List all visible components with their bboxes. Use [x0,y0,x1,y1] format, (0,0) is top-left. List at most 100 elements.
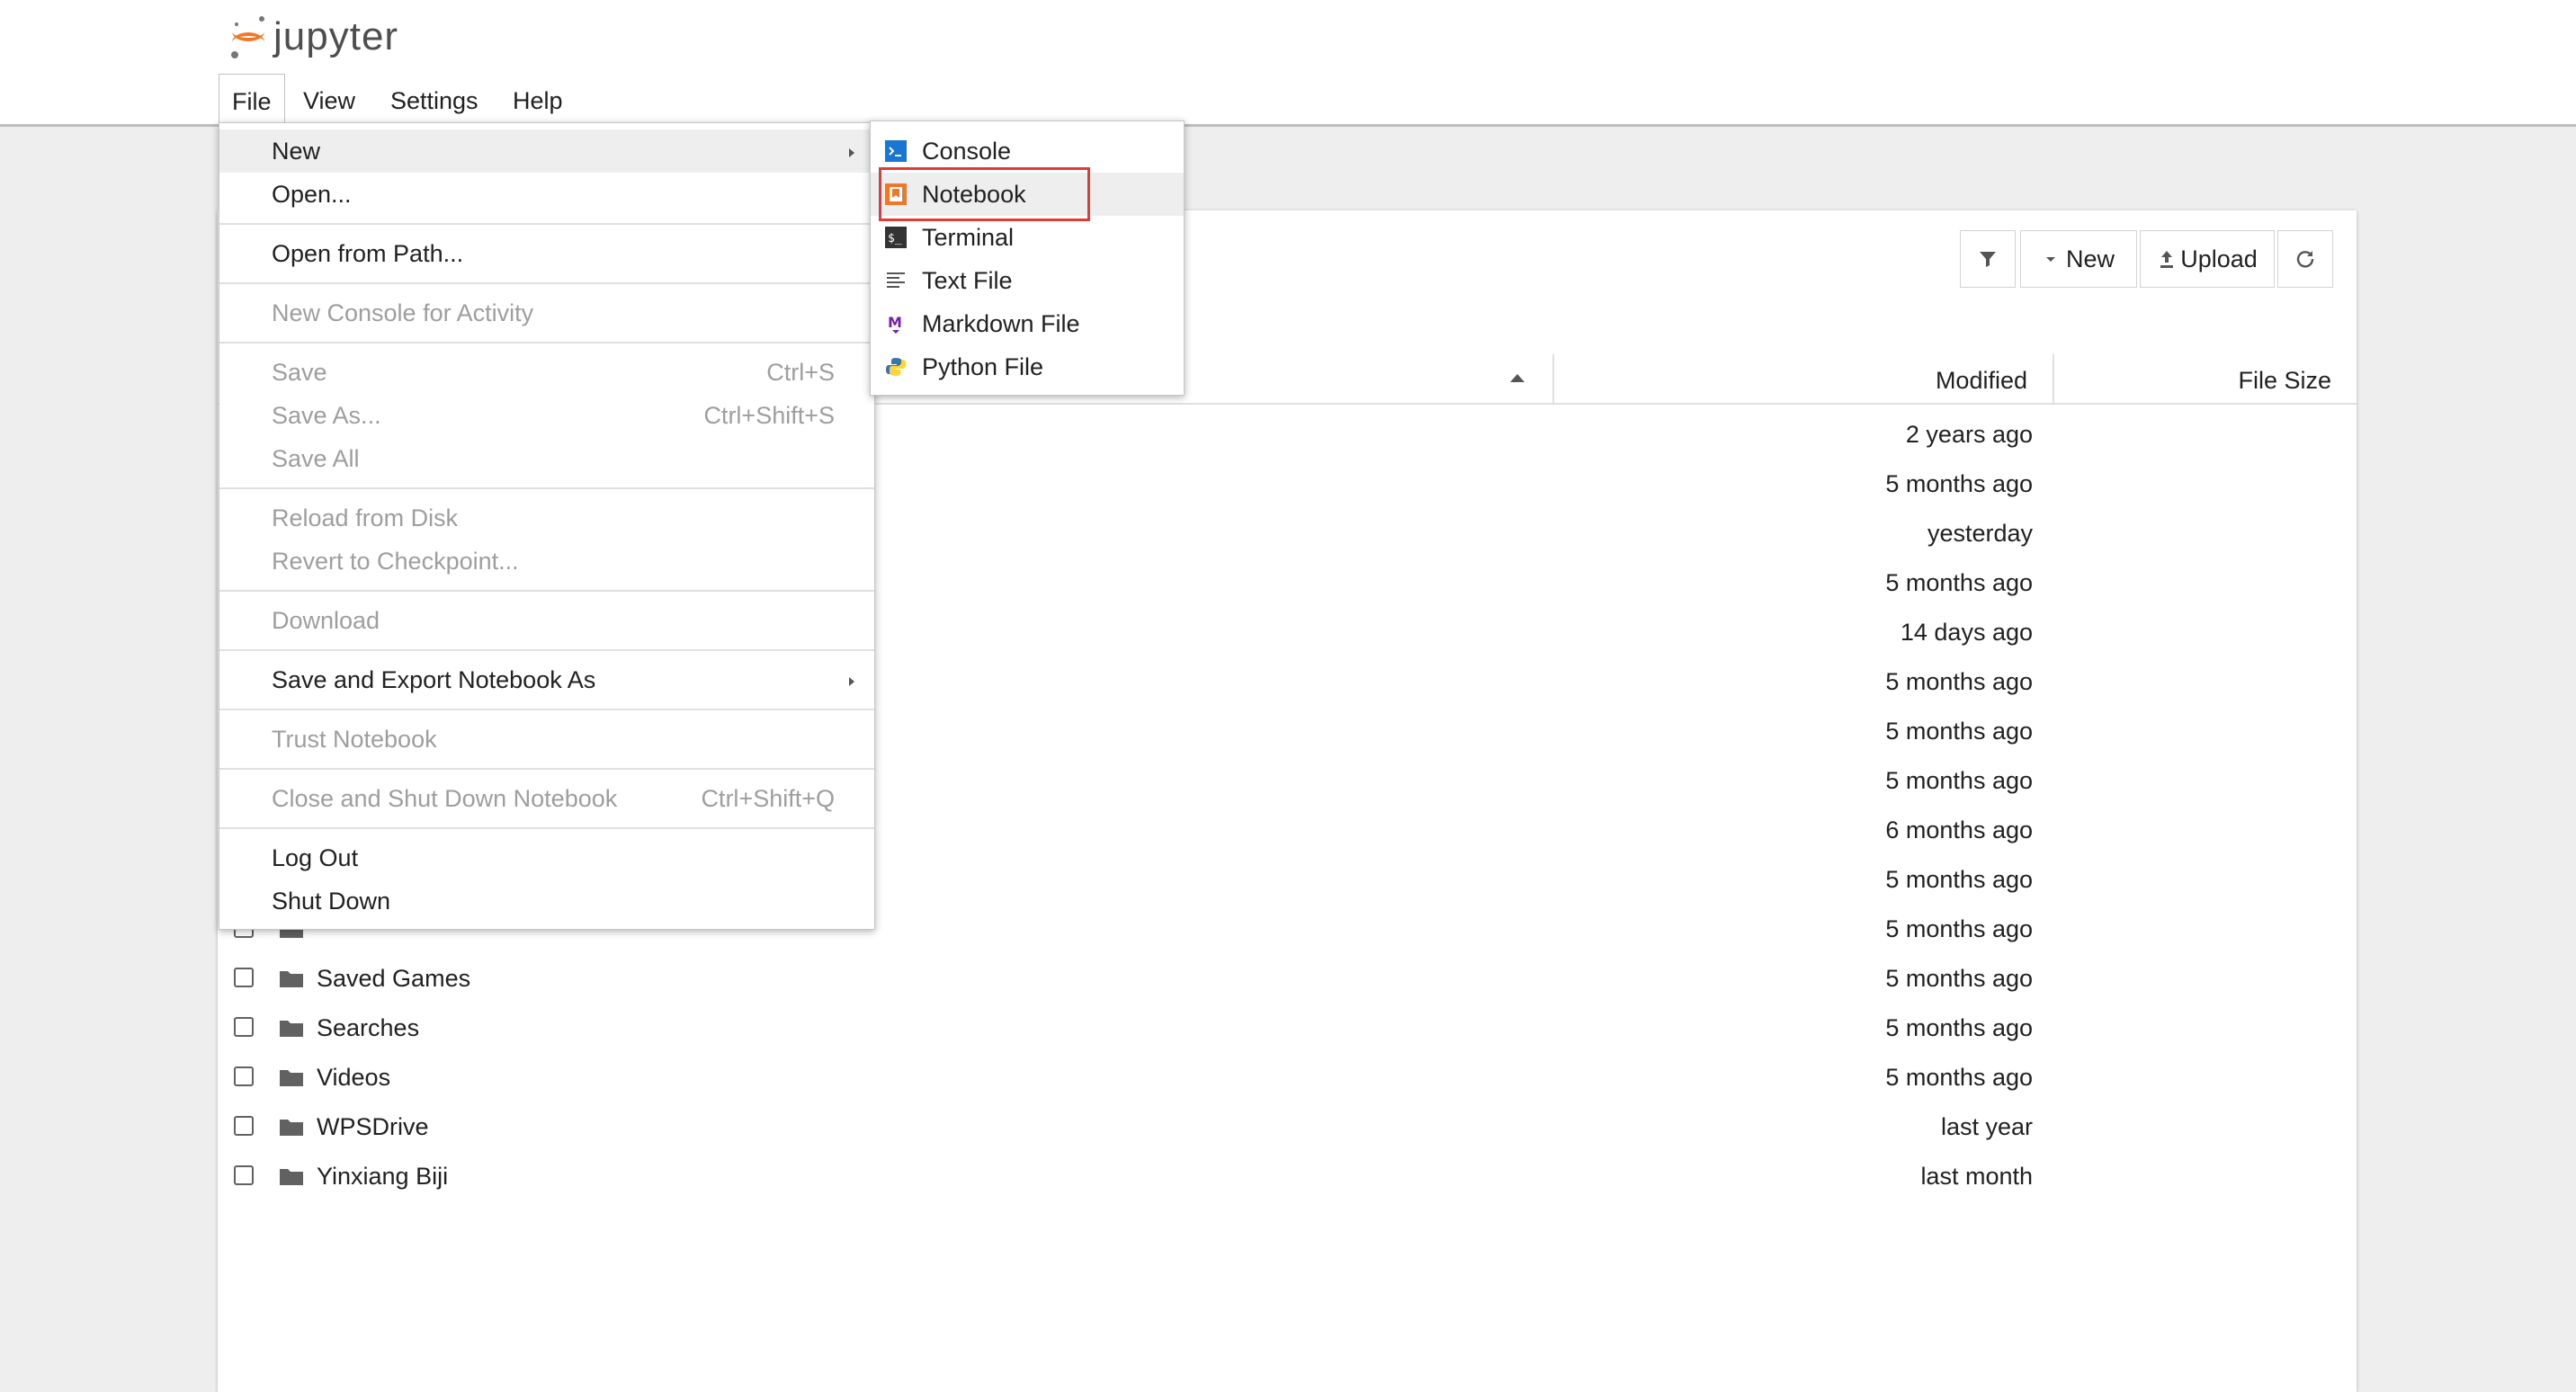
folder-icon [280,1120,303,1136]
upload-icon [2160,251,2174,268]
menu-settings[interactable]: Settings [378,74,491,124]
row-modified: 5 months ago [1885,569,2033,596]
menu-separator [219,709,874,710]
file-menu-reload[interactable]: Reload from Disk [219,496,874,540]
file-menu-trust-label: Trust Notebook [272,726,437,753]
refresh-button[interactable] [2277,230,2333,288]
row-modified: 5 months ago [1885,718,2033,745]
file-menu-shutdown[interactable]: Shut Down [219,879,874,923]
menu-bar: File View Settings Help [0,74,2576,127]
table-row[interactable]: WPSDrive last year [218,1102,2357,1152]
new-button-label: New [2065,245,2115,272]
folder-icon [280,1070,303,1086]
file-menu-export[interactable]: Save and Export Notebook As [219,658,874,701]
file-menu-save-all[interactable]: Save All [219,437,874,480]
submenu-python-file[interactable]: Python File [871,345,1184,388]
submenu-text-file[interactable]: Text File [871,259,1184,302]
header-file-size[interactable]: File Size [2238,354,2331,403]
svg-text:$_: $_ [888,232,902,245]
row-checkbox[interactable] [234,1116,254,1136]
row-checkbox[interactable] [234,1165,254,1185]
file-menu-download[interactable]: Download [219,599,874,642]
menu-separator [219,282,874,284]
row-modified: 5 months ago [1885,965,2033,992]
file-menu-new[interactable]: New [219,129,874,173]
file-menu-save-as-label: Save As... [272,402,381,429]
row-checkbox[interactable] [234,968,254,987]
row-modified: 5 months ago [1885,470,2033,497]
file-menu-new-console[interactable]: New Console for Activity [219,291,874,335]
row-modified: yesterday [1927,520,2033,547]
filter-button[interactable] [1960,230,2016,288]
file-menu-close-shutdown-label: Close and Shut Down Notebook [272,785,618,812]
file-menu-save[interactable]: Save Ctrl+S [219,351,874,394]
new-button[interactable]: New [2020,230,2137,288]
folder-icon [280,1169,303,1185]
file-menu-trust[interactable]: Trust Notebook [219,718,874,761]
menu-help[interactable]: Help [500,74,576,124]
menu-separator [219,649,874,651]
file-menu-dropdown: New Open... Open from Path... New Consol… [219,122,875,930]
python-icon [886,358,906,376]
header-divider [1552,354,1554,403]
file-menu-revert[interactable]: Revert to Checkpoint... [219,540,874,583]
row-name[interactable]: Yinxiang Biji [317,1152,448,1201]
menu-separator [219,342,874,344]
row-modified: 5 months ago [1885,915,2033,942]
file-menu-new-console-label: New Console for Activity [272,299,534,326]
row-modified: 6 months ago [1885,816,2033,843]
file-menu-shutdown-label: Shut Down [272,888,391,915]
row-name[interactable]: WPSDrive [317,1102,429,1152]
logo-text: jupyter [273,14,399,58]
folder-icon [280,971,303,987]
table-row[interactable]: Videos 5 months ago [218,1053,2357,1102]
header-divider [2053,354,2054,403]
menu-separator [219,487,874,489]
submenu-markdown-file-label: Markdown File [922,310,1080,337]
submenu-python-file-label: Python File [922,353,1044,380]
submenu-arrow-icon [849,148,854,157]
upload-button[interactable]: Upload [2140,230,2275,288]
file-menu-download-label: Download [272,607,380,634]
top-header: jupyter [0,0,2576,76]
submenu-console[interactable]: Console [871,129,1184,173]
table-row[interactable]: Yinxiang Biji last month [218,1152,2357,1201]
file-menu-close-shutdown-shortcut: Ctrl+Shift+Q [701,785,835,812]
menu-file[interactable]: File [219,74,285,126]
table-row[interactable]: Searches 5 months ago [218,1004,2357,1053]
console-icon [885,140,907,162]
row-name[interactable]: Searches [317,1004,419,1053]
menu-separator [219,827,874,829]
sort-arrow-icon[interactable] [1510,374,1525,382]
refresh-icon [2296,251,2314,268]
submenu-terminal[interactable]: $_ Terminal [871,216,1184,259]
file-menu-open-from-path[interactable]: Open from Path... [219,232,874,275]
row-name[interactable]: Saved Games [317,954,470,1004]
markdown-icon: M [888,314,902,334]
row-modified: 2 years ago [1905,421,2033,448]
terminal-icon: $_ [885,227,907,248]
row-name[interactable]: Videos [317,1053,390,1102]
submenu-arrow-icon [849,677,854,686]
row-checkbox[interactable] [234,1017,254,1037]
row-modified: 5 months ago [1885,767,2033,794]
menu-view[interactable]: View [291,74,368,124]
file-menu-save-as[interactable]: Save As... Ctrl+Shift+S [219,394,874,437]
file-menu-export-label: Save and Export Notebook As [272,666,596,693]
submenu-text-file-label: Text File [922,267,1013,294]
row-modified: 5 months ago [1885,1014,2033,1041]
table-row[interactable]: Saved Games 5 months ago [218,954,2357,1004]
file-menu-save-all-label: Save All [272,445,360,472]
file-menu-save-as-shortcut: Ctrl+Shift+S [703,402,835,429]
file-menu-close-shutdown[interactable]: Close and Shut Down Notebook Ctrl+Shift+Q [219,777,874,820]
submenu-markdown-file[interactable]: M Markdown File [871,302,1184,345]
upload-button-label: Upload [2180,245,2258,272]
submenu-console-label: Console [922,138,1012,165]
file-menu-open[interactable]: Open... [219,173,874,216]
menu-separator [219,590,874,592]
header-modified[interactable]: Modified [1936,354,2027,403]
file-menu-logout[interactable]: Log Out [219,836,874,879]
jupyter-logo[interactable]: jupyter [228,11,398,63]
row-checkbox[interactable] [234,1066,254,1086]
notebook-highlight-box [879,167,1090,221]
